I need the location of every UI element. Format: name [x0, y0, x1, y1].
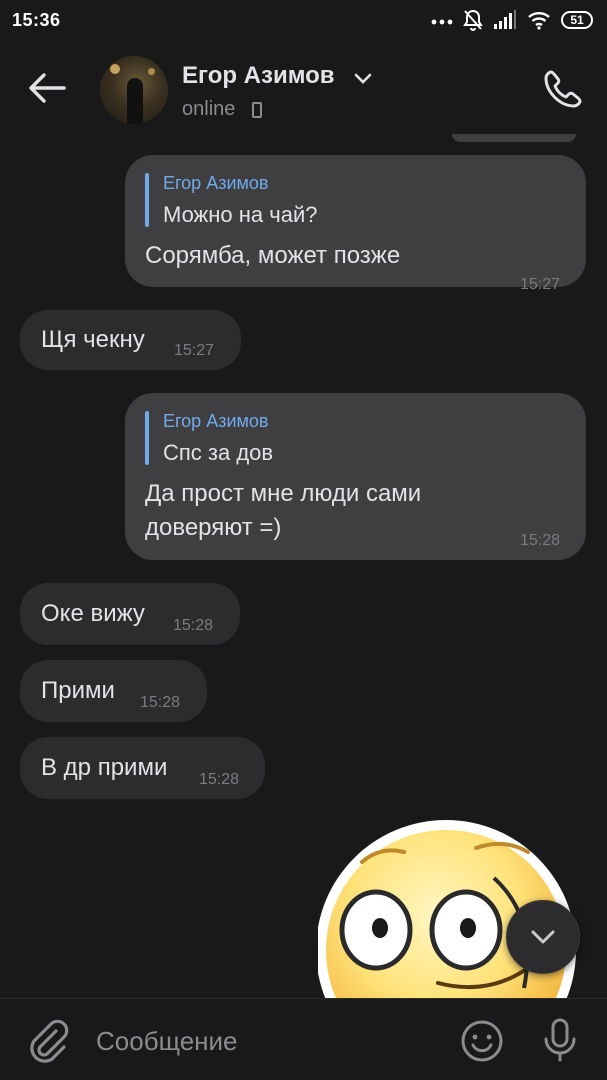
- emoji-button[interactable]: [460, 1019, 504, 1063]
- reply-author: Егор Азимов: [163, 411, 269, 431]
- message-bubble-incoming[interactable]: Оке вижу 15:28: [20, 583, 240, 645]
- avatar[interactable]: [100, 56, 168, 124]
- message-text-line-1: Да прост мне люди сами: [145, 480, 422, 507]
- status-time: 15:36: [12, 10, 61, 30]
- message-time: 15:28: [140, 694, 181, 711]
- more-dots-icon: [431, 10, 453, 30]
- message-time: 15:27: [174, 342, 215, 359]
- signal-icon: [493, 10, 517, 30]
- message-bubble-incoming[interactable]: Щя чекну 15:27: [20, 310, 241, 370]
- chat-header: Егор Азимов online: [0, 42, 607, 138]
- message-time: 15:28: [199, 771, 240, 788]
- status-icons: 51: [431, 9, 593, 31]
- message-text: В др прими: [41, 754, 168, 781]
- smiley-icon: [461, 1020, 503, 1062]
- wifi-icon: [527, 10, 551, 30]
- reply-quote[interactable]: Егор Азимов Можно на чай?: [145, 171, 318, 231]
- muted-bell-icon: [463, 9, 483, 31]
- battery-indicator: 51: [561, 11, 593, 29]
- message-bubble-incoming[interactable]: В др прими 15:28: [20, 737, 265, 799]
- message-time: 15:27: [520, 276, 561, 293]
- message-list[interactable]: Егор Азимов Можно на чай? Сорямба, может…: [0, 134, 607, 1080]
- message-time: 15:28: [520, 532, 561, 549]
- contact-status: online: [182, 98, 236, 120]
- message-text-line-2: доверяют =): [145, 514, 282, 541]
- reply-text: Спс за дов: [163, 440, 274, 465]
- scroll-down-button[interactable]: [506, 900, 580, 974]
- reply-text: Можно на чай?: [163, 202, 318, 227]
- contact-name[interactable]: Егор Азимов: [182, 62, 335, 90]
- microphone-button[interactable]: [540, 1017, 580, 1063]
- message-time: 15:28: [173, 617, 214, 634]
- message-input[interactable]: [96, 1021, 436, 1061]
- microphone-icon: [544, 1018, 576, 1062]
- message-bubble-incoming[interactable]: Прими 15:28: [20, 660, 207, 722]
- call-button[interactable]: [542, 68, 584, 110]
- previous-message-edge: [452, 134, 576, 142]
- chevron-down-icon[interactable]: [354, 72, 372, 90]
- paperclip-icon: [30, 1019, 69, 1063]
- message-bubble-outgoing[interactable]: Егор Азимов Спс за дов Да прост мне люди…: [125, 393, 586, 560]
- attach-button[interactable]: [26, 1019, 70, 1063]
- message-text: Прими: [41, 677, 115, 704]
- message-text: Щя чекну: [41, 326, 145, 353]
- message-bubble-outgoing[interactable]: Егор Азимов Можно на чай? Сорямба, может…: [125, 155, 586, 293]
- message-text: Оке вижу: [41, 600, 145, 627]
- reply-quote[interactable]: Егор Азимов Спс за дов: [145, 409, 273, 469]
- back-button[interactable]: [24, 68, 70, 108]
- message-composer: [0, 998, 607, 1080]
- mobile-device-icon: [252, 102, 262, 118]
- chevron-down-icon: [531, 930, 555, 944]
- phone-icon: [544, 70, 582, 108]
- status-bar: 15:36 51: [0, 0, 607, 42]
- message-text: Сорямба, может позже: [145, 242, 401, 269]
- arrow-left-icon: [29, 73, 66, 103]
- reply-author: Егор Азимов: [163, 173, 269, 193]
